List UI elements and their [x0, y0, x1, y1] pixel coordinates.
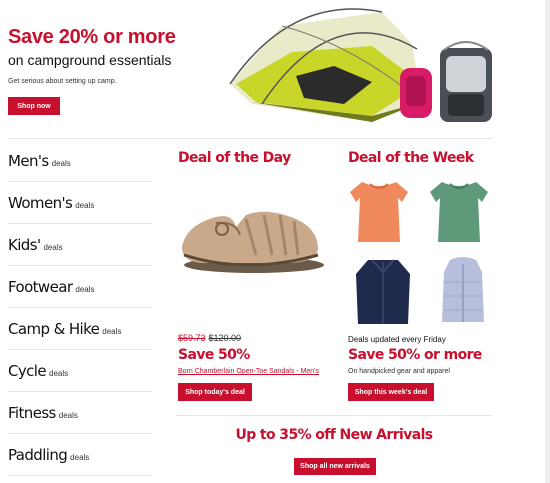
sidebar-item-paddling[interactable]: Paddling deals: [8, 434, 152, 476]
lavender-vest-image[interactable]: [432, 256, 494, 326]
deal-of-day-prices: $59.73 $120.00: [178, 333, 241, 343]
navy-jacket-image[interactable]: [352, 256, 414, 326]
hero-divider: [8, 138, 492, 139]
scrollbar[interactable]: [545, 0, 550, 483]
original-price: $120.00: [208, 333, 242, 343]
shop-now-button[interactable]: Shop now: [8, 97, 60, 115]
sidebar-item-label: Paddling: [8, 445, 68, 464]
sidebar-item-label: Kids': [8, 235, 41, 254]
sandal-image[interactable]: [176, 185, 324, 285]
sidebar-item-sublabel: deals: [102, 326, 122, 336]
new-arrivals-title: Up to 35% off New Arrivals: [235, 427, 433, 443]
sidebar-item-label: Cycle: [8, 361, 47, 380]
sidebar-item-footwear[interactable]: Footwear deals: [8, 266, 152, 308]
sidebar-item-sublabel: deals: [43, 242, 63, 252]
orange-top-image[interactable]: [348, 176, 410, 246]
product-link[interactable]: Born Chamberlain Open-Toe Sandals - Men'…: [178, 368, 319, 375]
shop-all-new-arrivals-button[interactable]: Shop all new arrivals: [294, 458, 376, 475]
sidebar-item-sublabel: deals: [49, 368, 69, 378]
sidebar-item-sublabel: deals: [75, 284, 95, 294]
sidebar-item-mens[interactable]: Men's deals: [8, 140, 152, 182]
shop-todays-deal-button[interactable]: Shop today's deal: [178, 383, 252, 401]
sidebar-item-label: Camp & Hike: [8, 319, 100, 338]
hero-subtitle: on campground essentials: [8, 52, 172, 68]
deals-sidebar: Men's deals Women's deals Kids' deals Fo…: [8, 140, 152, 476]
deal-of-day-save: Save 50%: [178, 347, 250, 363]
hero-title: Save 20% or more: [8, 26, 176, 48]
tent-and-backpacks-image[interactable]: [222, 4, 522, 132]
deal-of-week-description: On handpicked gear and apparel: [348, 368, 450, 375]
deals-updated-note: Deals updated every Friday: [348, 335, 446, 344]
shop-this-weeks-deal-button[interactable]: Shop this week's deal: [348, 383, 434, 401]
sidebar-item-label: Women's: [8, 193, 73, 212]
sidebar-item-sublabel: deals: [70, 452, 90, 462]
sidebar-item-womens[interactable]: Women's deals: [8, 182, 152, 224]
sidebar-item-camp-hike[interactable]: Camp & Hike deals: [8, 308, 152, 350]
sidebar-item-label: Fitness: [8, 403, 56, 422]
sidebar-item-sublabel: deals: [58, 410, 78, 420]
sidebar-item-sublabel: deals: [75, 200, 95, 210]
deal-of-week-title: Deal of the Week: [348, 150, 474, 166]
sidebar-item-sublabel: deals: [51, 158, 71, 168]
sale-price: $59.73: [178, 333, 206, 343]
green-top-image[interactable]: [428, 176, 490, 246]
sidebar-item-fitness[interactable]: Fitness deals: [8, 392, 152, 434]
sidebar-item-kids[interactable]: Kids' deals: [8, 224, 152, 266]
hero-description: Get serious about setting up camp.: [8, 78, 117, 85]
hero-banner: Save 20% or more on campground essential…: [0, 0, 550, 138]
section-divider: [176, 415, 492, 416]
sidebar-item-label: Footwear: [8, 277, 73, 296]
deal-of-day-title: Deal of the Day: [178, 150, 291, 166]
sidebar-item-cycle[interactable]: Cycle deals: [8, 350, 152, 392]
deal-of-week-save: Save 50% or more: [348, 347, 482, 363]
sidebar-item-label: Men's: [8, 151, 49, 170]
